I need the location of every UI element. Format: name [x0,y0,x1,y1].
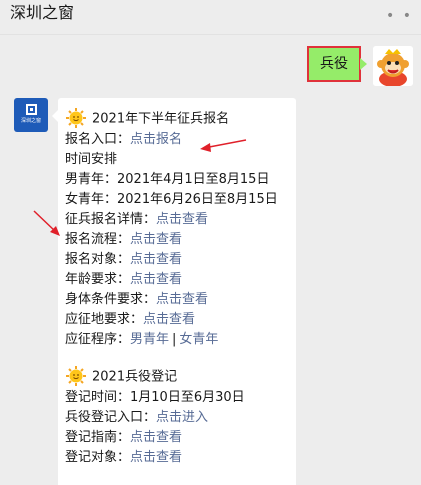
female-dates-row: 女青年：2021年6月26日至8月15日 [65,190,278,210]
entry-label: 报名入口： [65,132,131,147]
entry-row: 报名入口：点击报名 [65,130,278,150]
location-link[interactable]: 点击查看 [143,312,195,327]
registration-target-label: 登记对象： [65,450,131,465]
male-label: 男青年： [65,172,118,187]
section2-heading: 2021兵役登记 [65,366,278,388]
age-link[interactable]: 点击查看 [130,272,182,287]
target-row: 报名对象：点击查看 [65,250,278,270]
sent-message-row: 兵役 [283,46,413,86]
details-row: 征兵报名详情：点击查看 [65,210,278,230]
user-avatar[interactable] [373,46,413,86]
age-label: 年龄要求： [65,272,131,287]
registration-time-label: 登记时间： [65,390,131,405]
registration-time-row: 登记时间：1月10日至6月30日 [65,388,278,408]
monkey-avatar-icon [373,46,413,86]
registration-entry-label: 兵役登记入口： [65,410,157,425]
sent-message-bubble[interactable]: 兵役 [307,46,367,82]
entry-link[interactable]: 点击报名 [130,132,182,147]
section1-heading: 2021年下半年征兵报名 [65,108,278,130]
process-label: 报名流程： [65,232,131,247]
male-dates: 2021年4月1日至8月15日 [117,172,270,187]
female-dates: 2021年6月26日至8月15日 [117,192,278,207]
received-message-bubble: 2021年下半年征兵报名 报名入口：点击报名 时间安排 男青年：2021年4月1… [52,98,296,485]
registration-entry-link[interactable]: 点击进入 [156,410,208,425]
physical-row: 身体条件要求：点击查看 [65,290,278,310]
procedure-female-link[interactable]: 女青年 [179,332,218,347]
process-link[interactable]: 点击查看 [130,232,182,247]
registration-target-link[interactable]: 点击查看 [130,450,182,465]
bot-avatar-text: 深圳之窗 [20,118,41,124]
registration-target-row: 登记对象：点击查看 [65,448,278,468]
procedure-male-link[interactable]: 男青年 [130,332,169,347]
schedule-title: 时间安排 [65,152,118,167]
registration-guide-row: 登记指南：点击查看 [65,428,278,448]
process-row: 报名流程：点击查看 [65,230,278,250]
section1-heading-text: 2021年下半年征兵报名 [92,111,230,127]
location-row: 应征地要求：点击查看 [65,310,278,330]
bot-avatar[interactable]: 深圳之窗 [14,98,48,132]
location-label: 应征地要求： [65,312,144,327]
physical-link[interactable]: 点击查看 [156,292,208,307]
physical-label: 身体条件要求： [65,292,157,307]
target-label: 报名对象： [65,252,131,267]
registration-entry-row: 兵役登记入口：点击进入 [65,408,278,428]
logo-glyph-icon [26,104,37,115]
more-dots-icon[interactable]: • • [386,8,413,24]
header-divider [0,34,421,35]
male-dates-row: 男青年：2021年4月1日至8月15日 [65,170,278,190]
annotation-arrow-icon [33,210,60,236]
registration-time-value: 1月10日至6月30日 [130,390,245,405]
sun-emoji-icon [66,108,86,128]
procedure-separator: | [172,332,177,347]
age-row: 年龄要求：点击查看 [65,270,278,290]
female-label: 女青年： [65,192,118,207]
registration-guide-link[interactable]: 点击查看 [130,430,182,445]
sun-emoji-icon [66,366,86,386]
section2-heading-text: 2021兵役登记 [92,369,178,385]
procedure-row: 应征程序：男青年 | 女青年 [65,330,278,350]
registration-guide-label: 登记指南： [65,430,131,445]
chat-header: 深圳之窗 • • [0,0,421,34]
details-label: 征兵报名详情： [65,212,157,227]
details-link[interactable]: 点击查看 [156,212,208,227]
target-link[interactable]: 点击查看 [130,252,182,267]
chat-title: 深圳之窗 [10,3,75,22]
procedure-label: 应征程序： [65,332,131,347]
